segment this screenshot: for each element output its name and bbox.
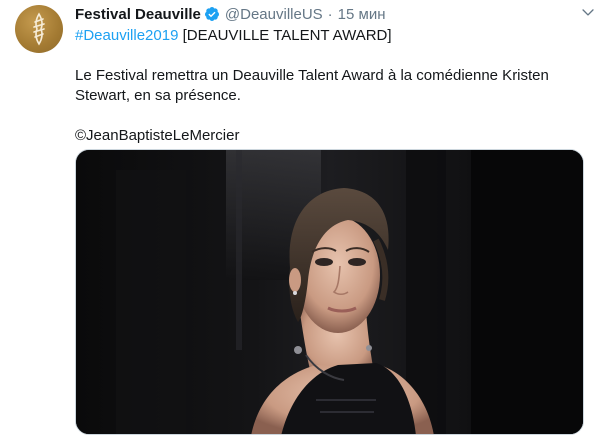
user-handle[interactable]: @DeauvilleUS: [225, 6, 323, 23]
tweet-body: Le Festival remettra un Deauville Talent…: [75, 67, 549, 104]
separator-dot: ·: [327, 5, 333, 23]
portrait-photo: [76, 150, 583, 434]
tweet-photo[interactable]: [75, 149, 584, 435]
avatar[interactable]: [15, 5, 63, 53]
tweet[interactable]: Festival Deauville @DeauvilleUS · 15 мин…: [0, 0, 600, 440]
tweet-header: Festival Deauville @DeauvilleUS · 15 мин: [75, 4, 586, 24]
timestamp[interactable]: 15 мин: [338, 6, 386, 23]
tweet-content: Festival Deauville @DeauvilleUS · 15 мин…: [75, 4, 586, 146]
tweet-headline: #Deauville2019 [DEAUVILLE TALENT AWARD]: [75, 26, 586, 46]
festival-logo-icon: [33, 12, 45, 46]
photo-credit: ©JeanBaptisteLeMercier: [75, 127, 240, 144]
chevron-down-icon[interactable]: [580, 4, 596, 20]
headline-text: [DEAUVILLE TALENT AWARD]: [178, 27, 392, 44]
verified-badge-icon: [204, 7, 219, 21]
hashtag-link[interactable]: #Deauville2019: [75, 27, 178, 44]
display-name[interactable]: Festival Deauville: [75, 6, 201, 23]
